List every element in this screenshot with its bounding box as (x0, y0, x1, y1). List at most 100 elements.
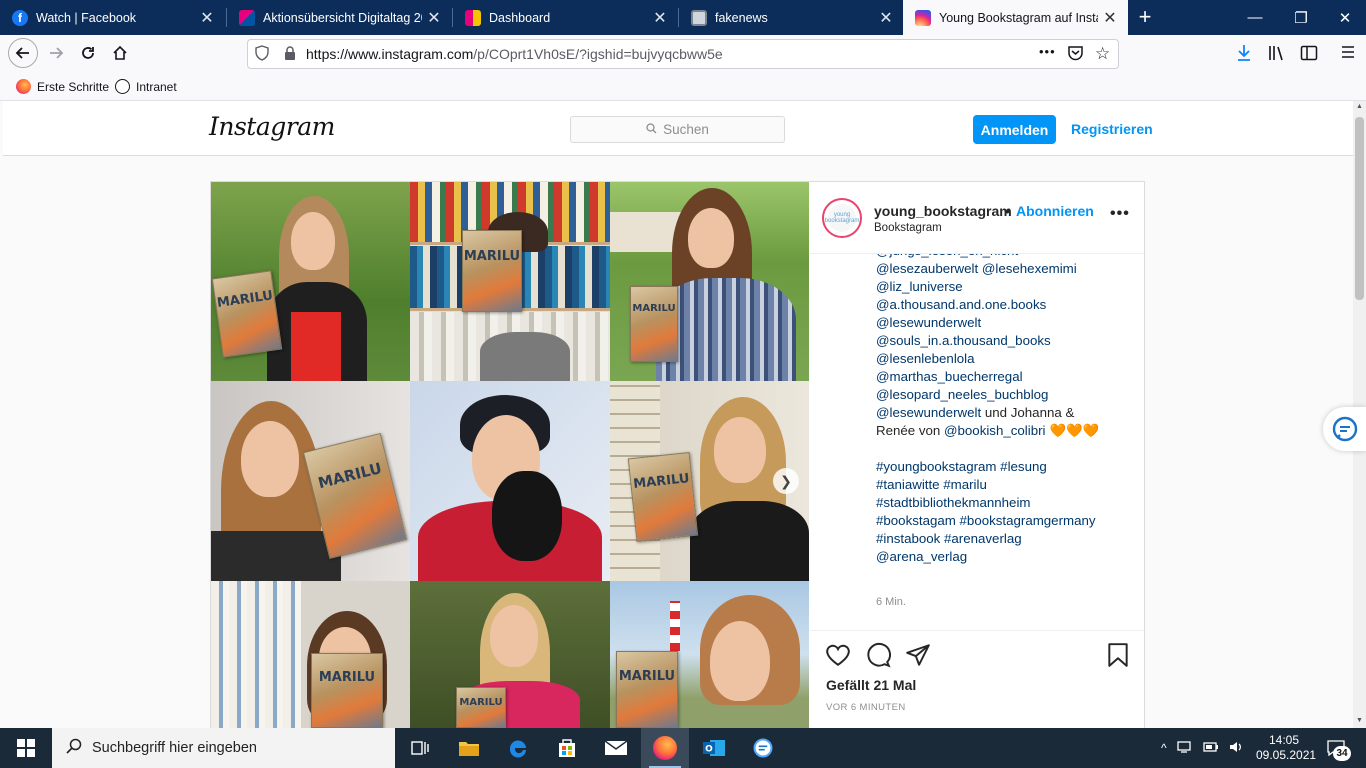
caption-text[interactable]: @lesezauberwelt @lesehexemimi (876, 261, 1077, 276)
likes-count[interactable]: Gefällt 21 Mal (826, 677, 916, 693)
caption-text[interactable]: @arena_verlag (876, 549, 967, 564)
close-icon[interactable]: ✕ (195, 8, 219, 28)
edge-icon[interactable] (494, 728, 542, 768)
caption-line[interactable]: @arena_verlag (876, 548, 1099, 566)
caption-line[interactable]: #youngbookstagram #lesung (876, 458, 1099, 476)
caption-line[interactable]: #stadtbibliothekmannheim (876, 494, 1099, 512)
tab-instagram-active[interactable]: Young Bookstagram auf Instagram ✕ (903, 0, 1128, 35)
post-username[interactable]: young_bookstagram (874, 203, 1012, 219)
pocket-icon[interactable] (1067, 45, 1084, 66)
taskbar-clock[interactable]: 14:05 09.05.2021 (1256, 733, 1316, 763)
mail-icon[interactable] (592, 728, 640, 768)
bookmark-icon[interactable] (1105, 642, 1131, 668)
heart-icon[interactable] (825, 642, 851, 668)
book-title: MARILU (632, 471, 691, 493)
page-actions-icon[interactable]: ••• (1039, 44, 1056, 59)
post-image[interactable]: MARILU MARILU MARILU MARILU MARILU MARIL… (211, 182, 809, 728)
bookmark-intranet[interactable]: Intranet (115, 79, 177, 94)
windows-start-icon[interactable] (0, 728, 52, 768)
url-text[interactable]: https://www.instagram.com/p/COprt1Vh0sE/… (306, 46, 723, 62)
close-icon[interactable]: ✕ (1098, 8, 1122, 28)
chat-app-icon[interactable] (739, 728, 787, 768)
minimize-icon[interactable]: — (1232, 0, 1278, 35)
comment-icon[interactable] (865, 642, 891, 668)
caption-line[interactable]: @marthas_buecherregal (876, 368, 1099, 386)
restore-icon[interactable]: ❐ (1278, 0, 1324, 35)
scroll-up-icon[interactable]: ▲ (1356, 103, 1363, 110)
system-tray: ^ (1155, 728, 1245, 768)
library-icon[interactable] (1268, 44, 1286, 67)
caption-text[interactable]: #youngbookstagram #lesung (876, 459, 1047, 474)
post-timestamp[interactable]: VOR 6 MINUTEN (826, 702, 906, 713)
forward-arrow-icon[interactable] (41, 38, 71, 68)
caption-line[interactable]: #instabook #arenaverlag (876, 530, 1099, 548)
scrollbar-thumb[interactable] (1355, 117, 1364, 300)
login-button[interactable]: Anmelden (973, 115, 1056, 144)
follow-button[interactable]: Abonnieren (1016, 203, 1094, 219)
caption-line[interactable]: #bookstagam #bookstagramgermany (876, 512, 1099, 530)
firefox-taskbar-icon[interactable] (641, 728, 689, 768)
close-icon[interactable]: ✕ (422, 8, 446, 28)
caption-timestamp: 6 Min. (876, 596, 906, 608)
shield-icon[interactable] (254, 45, 270, 66)
tab-dashboard[interactable]: Dashboard ✕ (453, 0, 678, 35)
close-icon[interactable]: ✕ (874, 8, 898, 28)
outlook-icon[interactable]: O (690, 728, 738, 768)
caption-text[interactable]: @liz_luniverse (876, 279, 963, 294)
caption-text[interactable]: @lesenlebenlola (876, 351, 975, 366)
close-icon[interactable]: ✕ (648, 8, 672, 28)
avatar[interactable]: young bookstagram (822, 198, 862, 238)
sidebar-icon[interactable] (1300, 44, 1318, 67)
caption-line[interactable]: @lesenlebenlola (876, 350, 1099, 368)
store-icon[interactable] (543, 728, 591, 768)
window-close-icon[interactable]: ✕ (1322, 0, 1366, 35)
instagram-icon (915, 9, 931, 26)
caption-text[interactable]: @lesopard_neeles_buchblog (876, 387, 1048, 402)
reload-icon[interactable] (73, 38, 103, 68)
download-icon[interactable] (1236, 44, 1252, 67)
caption-line[interactable]: @lesezauberwelt @lesehexemimi (876, 260, 1099, 278)
caption-line[interactable]: @lesewunderwelt (876, 314, 1099, 332)
caption-line[interactable]: #taniawitte #marilu (876, 476, 1099, 494)
network-icon[interactable] (1176, 740, 1193, 757)
register-link[interactable]: Registrieren (1071, 121, 1153, 137)
more-options-icon[interactable]: ••• (1110, 205, 1130, 223)
volume-icon[interactable] (1229, 740, 1245, 757)
chat-widget-button[interactable] (1323, 407, 1366, 451)
bookmark-star-icon[interactable]: ☆ (1095, 44, 1110, 64)
share-icon[interactable] (905, 642, 931, 668)
bookmark-erste-schritte[interactable]: Erste Schritte (16, 79, 109, 94)
caption-text[interactable]: #instabook #arenaverlag (876, 531, 1022, 546)
new-tab-button[interactable]: + (1135, 4, 1155, 30)
search-input[interactable]: Suchen (570, 116, 785, 143)
caption-text[interactable]: @souls_in.a.thousand_books (876, 333, 1051, 348)
post-location[interactable]: Bookstagram (874, 222, 942, 234)
chevron-up-icon[interactable]: ^ (1161, 741, 1167, 755)
caption-line[interactable]: @a.thousand.and.one.books (876, 296, 1099, 314)
tab-digitaltag[interactable]: Aktionsübersicht Digitaltag 2021 ✕ (227, 0, 452, 35)
tab-fakenews[interactable]: fakenews ✕ (679, 0, 904, 35)
chevron-right-icon[interactable]: ❯ (773, 468, 799, 494)
home-icon[interactable] (105, 38, 135, 68)
scroll-down-icon[interactable]: ▼ (1356, 717, 1363, 724)
menu-icon[interactable] (1340, 44, 1356, 65)
caption-text[interactable]: #stadtbibliothekmannheim (876, 495, 1031, 510)
caption-line[interactable]: @liz_luniverse (876, 278, 1099, 296)
caption-text[interactable]: @jungs_lesen_eh_nicht (876, 254, 1018, 258)
instagram-logo[interactable]: Instagram (209, 112, 335, 141)
caption-text[interactable]: #taniawitte #marilu (876, 477, 987, 492)
caption-text[interactable]: @lesewunderwelt (876, 315, 981, 330)
caption-text[interactable]: @a.thousand.and.one.books (876, 297, 1046, 312)
taskbar-search-input[interactable]: Suchbegriff hier eingeben (52, 728, 395, 768)
lock-icon[interactable] (283, 45, 297, 66)
caption-text[interactable]: @marthas_buecherregal (876, 369, 1023, 384)
url-domain: https://www.instagram.com (306, 46, 474, 62)
caption-line[interactable]: @lesopard_neeles_buchblog (876, 386, 1099, 404)
tab-facebook[interactable]: f Watch | Facebook ✕ (0, 0, 225, 35)
file-explorer-icon[interactable] (445, 728, 493, 768)
back-arrow-icon[interactable] (8, 38, 38, 68)
caption-line[interactable]: @souls_in.a.thousand_books (876, 332, 1099, 350)
task-view-icon[interactable] (396, 728, 444, 768)
caption-text[interactable]: #bookstagam #bookstagramgermany (876, 513, 1096, 528)
battery-icon[interactable] (1202, 741, 1219, 756)
